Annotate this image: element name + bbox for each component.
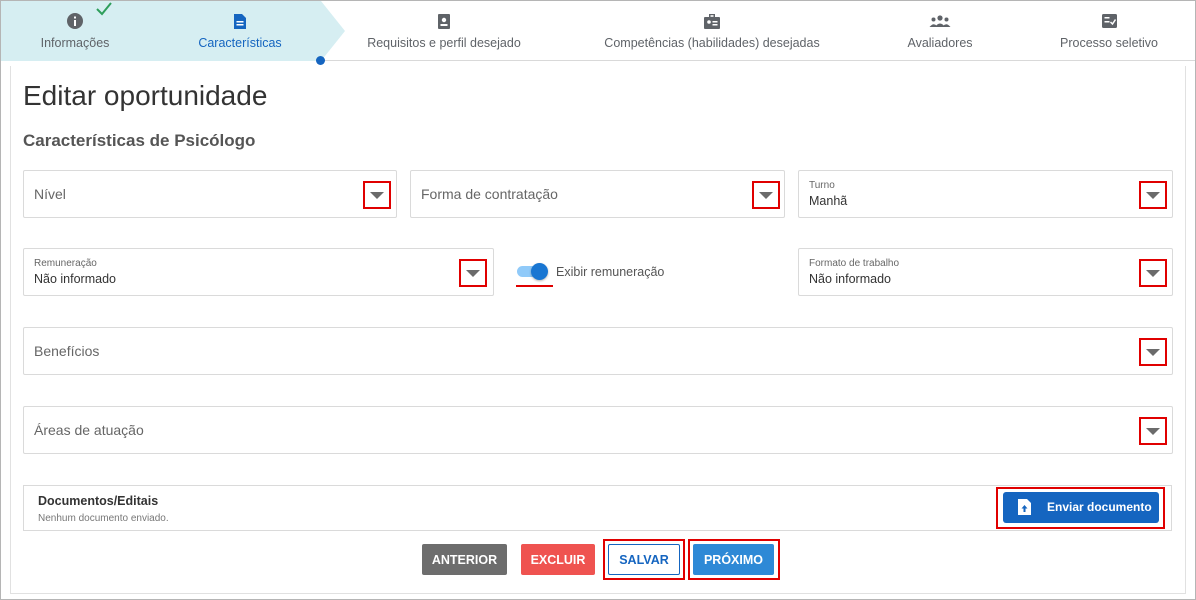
send-document-button[interactable]: Enviar documento [1003,492,1159,523]
exibir-remuneracao-toggle[interactable] [517,263,549,280]
areas-atuacao-dropdown-toggle[interactable] [1139,417,1167,445]
step-label: Informações [40,36,110,50]
nivel-select[interactable]: Nível [23,170,397,218]
remuneracao-value: Não informado [34,272,116,286]
exibir-remuneracao-label: Exibir remuneração [556,265,665,279]
beneficios-placeholder: Benefícios [34,343,100,359]
page-title: Editar oportunidade [23,80,268,111]
checklist-icon [1101,14,1117,28]
areas-atuacao-placeholder: Áreas de atuação [34,422,144,438]
nivel-placeholder: Nível [34,186,66,202]
caret-down-icon [1146,427,1160,435]
id-card-icon [704,13,720,29]
forma-contratacao-placeholder: Forma de contratação [421,186,558,202]
info-icon [67,13,83,29]
areas-atuacao-select[interactable]: Áreas de atuação [23,406,1173,454]
excluir-button[interactable]: EXCLUIR [521,544,595,575]
formato-trabalho-select[interactable]: Formato de trabalho Não informado [798,248,1173,296]
turno-label: Turno [809,180,835,191]
forma-contratacao-select[interactable]: Forma de contratação [410,170,785,218]
step-label: Competências (habilidades) desejadas [604,36,820,50]
step-informacoes[interactable]: Informações [21,1,129,61]
step-label: Avaliadores [907,36,973,50]
step-processo-seletivo[interactable]: Processo seletivo [1051,1,1167,61]
document-icon [234,13,246,29]
beneficios-dropdown-toggle[interactable] [1139,338,1167,366]
step-avaliadores[interactable]: Avaliadores [891,1,989,61]
file-upload-icon [1018,499,1031,515]
forma-contratacao-dropdown-toggle[interactable] [752,181,780,209]
step-label: Processo seletivo [1060,36,1158,50]
caret-down-icon [759,191,773,199]
toggle-knob [531,263,548,280]
formato-trabalho-label: Formato de trabalho [809,258,900,269]
step-label: Características [198,36,282,50]
step-competencias[interactable]: Competências (habilidades) desejadas [601,1,823,61]
step-label: Requisitos e perfil desejado [367,36,521,50]
formato-trabalho-dropdown-toggle[interactable] [1139,259,1167,287]
caret-down-icon [370,191,384,199]
beneficios-select[interactable]: Benefícios [23,327,1173,375]
salvar-button[interactable]: SALVAR [608,544,680,575]
formato-trabalho-value: Não informado [809,272,891,286]
step-caracteristicas[interactable]: Características [186,1,294,61]
badge-icon [438,13,450,29]
documents-note: Nenhum documento enviado. [38,513,169,524]
turno-value: Manhã [809,194,848,208]
caret-down-icon [1146,269,1160,277]
caret-down-icon [1146,348,1160,356]
remuneracao-dropdown-toggle[interactable] [459,259,487,287]
check-icon [96,2,112,16]
proximo-button[interactable]: PRÓXIMO [693,544,774,575]
remuneracao-select[interactable]: Remuneração Não informado [23,248,494,296]
group-icon [929,15,951,27]
nivel-dropdown-toggle[interactable] [363,181,391,209]
remuneracao-label: Remuneração [34,258,97,269]
toggle-highlight-underline [516,285,553,287]
send-document-label: Enviar documento [1047,500,1152,514]
caret-down-icon [466,269,480,277]
page-subtitle: Características de Psicólogo [23,131,256,150]
documents-title: Documentos/Editais [38,494,159,508]
current-step-indicator [316,56,325,65]
step-requisitos[interactable]: Requisitos e perfil desejado [361,1,527,61]
anterior-button[interactable]: ANTERIOR [422,544,507,575]
caret-down-icon [1146,191,1160,199]
stepper: Informações Características Requisitos e… [1,1,1195,65]
turno-select[interactable]: Turno Manhã [798,170,1173,218]
turno-dropdown-toggle[interactable] [1139,181,1167,209]
